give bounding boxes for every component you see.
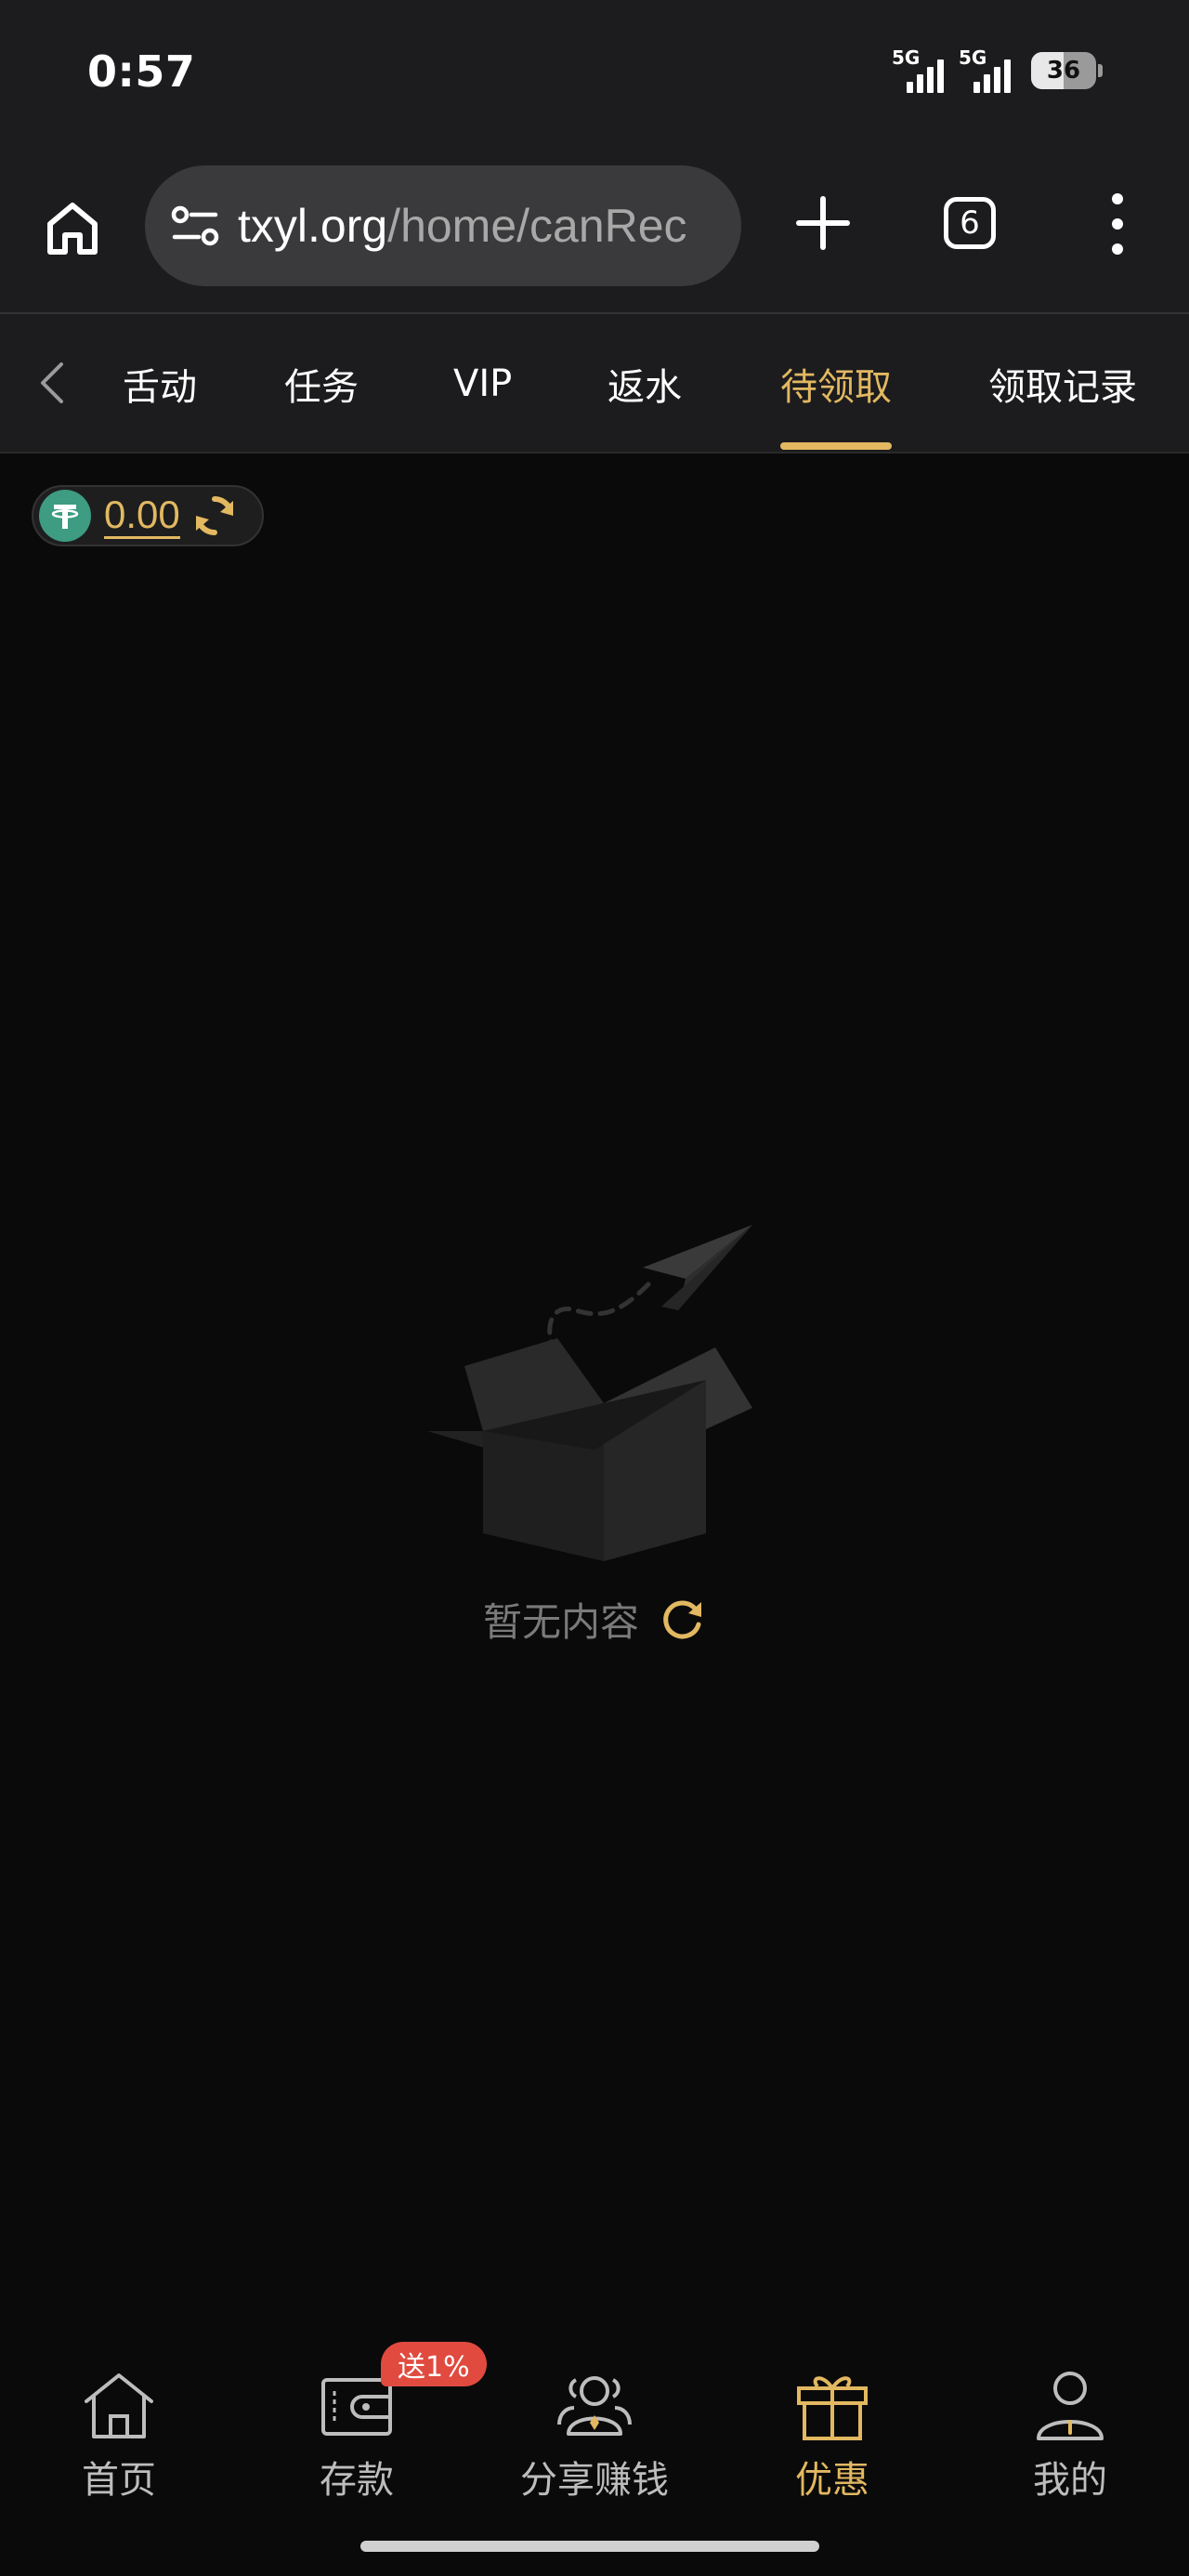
status-time: 0:57 — [87, 46, 196, 97]
status-bar: 0:57 5G 5G 36 — [0, 0, 1189, 149]
refresh-icon[interactable] — [658, 1596, 706, 1644]
balance-value[interactable]: 0.00 — [104, 493, 180, 539]
tab-activity[interactable]: 舌动 — [123, 351, 197, 416]
user-icon — [1031, 2366, 1109, 2444]
signal-5g-icon: 5G — [959, 46, 1016, 93]
scroll-left-chevron-icon[interactable] — [28, 355, 74, 411]
tab-claim-history[interactable]: 领取记录 — [988, 351, 1137, 416]
tab-rebate[interactable]: 返水 — [608, 351, 682, 416]
home-icon — [80, 2366, 158, 2444]
more-menu-icon[interactable] — [1104, 193, 1131, 255]
usdt-tether-icon — [39, 490, 91, 542]
refresh-balance-icon[interactable] — [191, 493, 238, 539]
gift-icon — [793, 2366, 871, 2444]
deposit-bonus-badge: 送1% — [381, 2342, 487, 2386]
bottom-nav: 首页 存款 分享赚钱 优惠 我的 — [0, 2310, 1189, 2576]
battery-icon: 36 — [1031, 52, 1103, 89]
active-tab-indicator — [780, 442, 892, 450]
url-host: txyl.org — [238, 200, 388, 252]
balance-pill: 0.00 — [32, 485, 264, 546]
nav-label: 优惠 — [795, 2459, 869, 2502]
browser-home-button[interactable] — [39, 195, 106, 262]
home-indicator[interactable] — [360, 2541, 819, 2552]
empty-box-illustration — [427, 1217, 762, 1561]
tab-vip[interactable]: VIP — [453, 351, 512, 416]
nav-home[interactable]: 首页 — [26, 2366, 212, 2552]
url-text: txyl.org/home/canRec — [238, 199, 687, 253]
tab-pending-claim[interactable]: 待领取 — [780, 351, 892, 416]
url-path: /home/canRec — [387, 200, 687, 252]
empty-state: 暂无内容 — [0, 1591, 1189, 1648]
tab-switcher-button[interactable]: 6 — [944, 197, 996, 249]
empty-state-text: 暂无内容 — [482, 1599, 639, 1645]
nav-share-earn[interactable]: 分享赚钱 — [502, 2366, 687, 2552]
site-settings-icon[interactable] — [169, 200, 221, 252]
tab-tasks[interactable]: 任务 — [284, 351, 359, 416]
plus-icon — [796, 196, 850, 250]
nav-label: 首页 — [82, 2459, 156, 2502]
nav-label: 我的 — [1033, 2459, 1107, 2502]
nav-deposit[interactable]: 存款 — [264, 2366, 450, 2552]
nav-label: 存款 — [320, 2459, 394, 2502]
nav-label: 分享赚钱 — [520, 2459, 669, 2502]
home-icon — [47, 203, 98, 255]
nav-profile[interactable]: 我的 — [977, 2366, 1163, 2552]
share-people-icon — [555, 2366, 634, 2444]
promo-tab-bar: 舌动 任务 VIP 返水 待领取 领取记录 — [0, 314, 1189, 453]
nav-promotions[interactable]: 优惠 — [739, 2366, 925, 2552]
address-bar[interactable]: txyl.org/home/canRec — [145, 165, 741, 286]
status-indicators: 5G 5G 36 — [892, 46, 1103, 93]
browser-toolbar: txyl.org/home/canRec 6 — [0, 149, 1189, 314]
new-tab-button[interactable] — [786, 186, 860, 260]
signal-5g-icon: 5G — [892, 46, 949, 93]
